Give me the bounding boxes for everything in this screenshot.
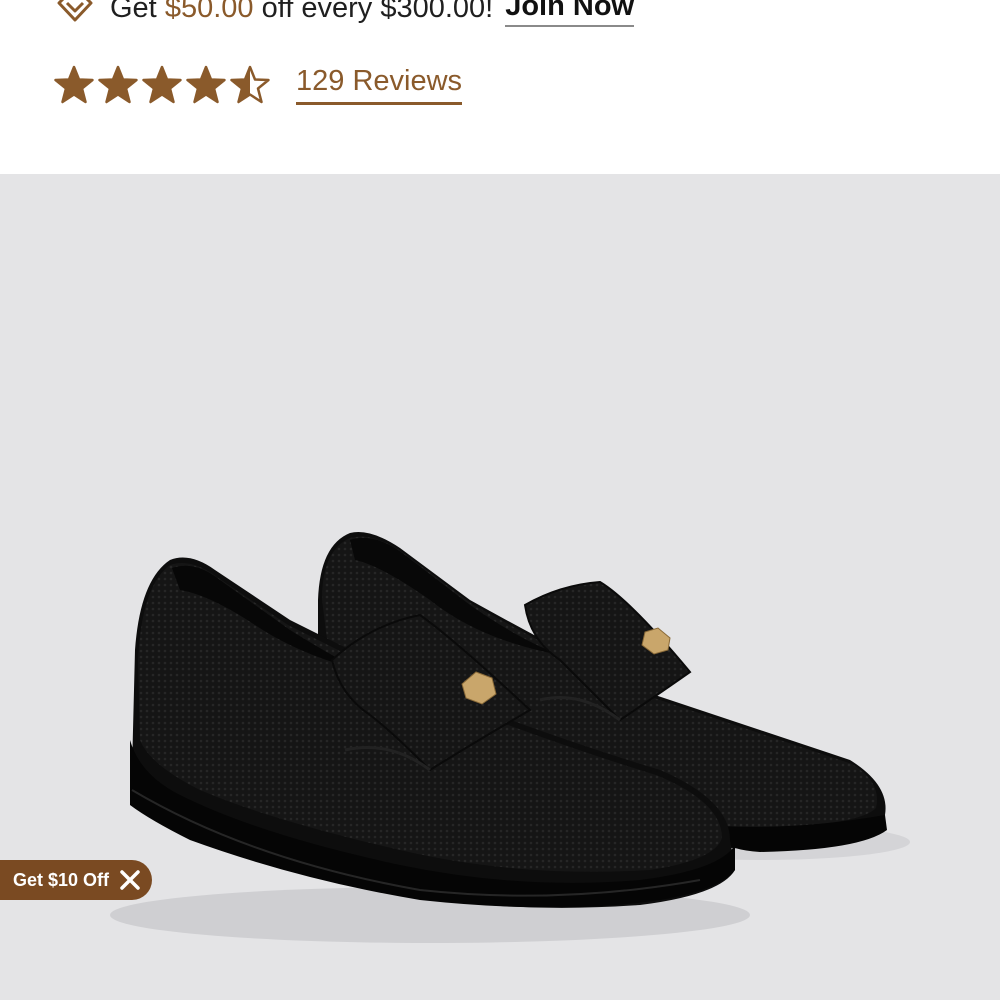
reviews-link[interactable]: 129 Reviews	[296, 65, 463, 105]
join-now-link[interactable]: Join Now	[505, 0, 635, 27]
membership-promo-banner: Get $50.00 off every $300.00! Join Now	[56, 0, 635, 30]
star-half-icon	[230, 65, 270, 104]
close-button[interactable]	[110, 860, 150, 900]
close-icon	[120, 870, 140, 890]
star-full-icon	[186, 65, 226, 104]
promo-amount: $50.00	[164, 0, 254, 24]
star-rating[interactable]	[54, 65, 274, 105]
discount-label: Get $10 Off	[13, 869, 110, 890]
promo-text: Get $50.00 off every $300.00!	[110, 0, 493, 25]
discount-pill[interactable]: Get $10 Off	[0, 860, 152, 900]
diamond-icon	[57, 0, 93, 22]
rating-row: 129 Reviews	[54, 60, 463, 110]
star-full-icon	[54, 65, 94, 104]
promo-prefix: Get	[110, 0, 165, 24]
star-full-icon	[142, 65, 182, 104]
star-full-icon	[98, 65, 138, 104]
promo-suffix: off every $300.00!	[253, 0, 494, 24]
